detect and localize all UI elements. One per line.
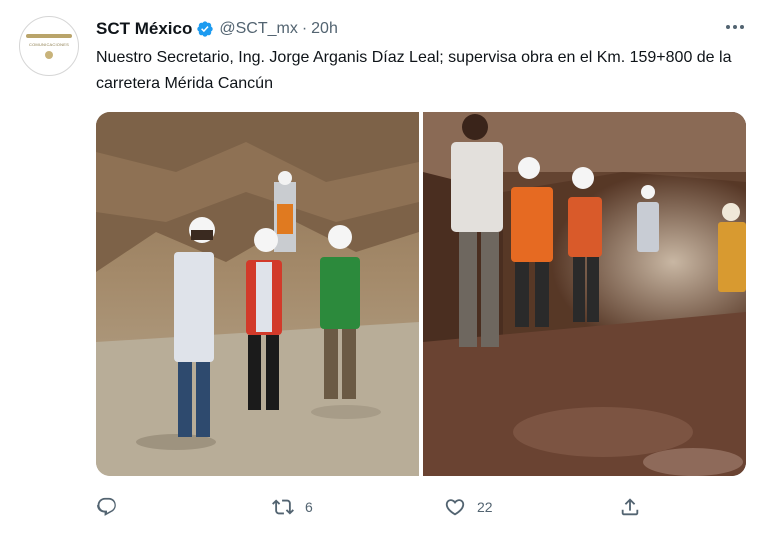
more-options-button[interactable] [722, 14, 748, 40]
handle[interactable]: @SCT_mx [219, 20, 297, 38]
more-dot-icon [733, 25, 737, 29]
avatar-logo-text: COMUNICACIONES [29, 41, 69, 47]
photo-cave-tunnel[interactable] [423, 112, 746, 476]
share-icon [621, 498, 639, 516]
like-count: 22 [477, 499, 493, 515]
retweet-icon [272, 499, 294, 515]
more-dot-icon [726, 25, 730, 29]
verified-badge-icon [197, 21, 214, 37]
action-bar: 6 22 [96, 490, 656, 524]
avatar[interactable]: COMUNICACIONES [19, 16, 79, 76]
retweet-count: 6 [305, 499, 313, 515]
tweet-text: Nuestro Secretario, Ing. Jorge Arganis D… [96, 49, 732, 92]
reply-button[interactable] [96, 490, 118, 524]
photo-construction-site[interactable] [96, 112, 419, 476]
display-name[interactable]: SCT México [96, 19, 192, 39]
tweet-card[interactable]: COMUNICACIONES SCT México @SCT_mx · 20h … [0, 0, 768, 533]
tweet-header: SCT México @SCT_mx · 20h [96, 18, 338, 40]
share-button[interactable] [619, 490, 641, 524]
construction-site-photo [96, 112, 419, 476]
retweet-button[interactable]: 6 [272, 490, 313, 524]
more-dot-icon [740, 25, 744, 29]
logo-seal [45, 50, 53, 59]
like-button[interactable]: 22 [444, 490, 493, 524]
media-grid [96, 112, 746, 476]
reply-icon [97, 497, 116, 516]
timestamp[interactable]: 20h [311, 20, 338, 38]
heart-icon [445, 499, 465, 516]
logo-bar [26, 33, 72, 38]
cave-tunnel-photo [423, 112, 746, 476]
separator-dot: · [301, 20, 308, 37]
